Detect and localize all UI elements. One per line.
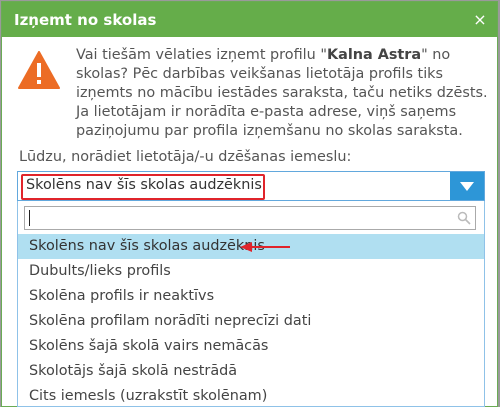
- option-item[interactable]: Cits iemesls (uzrakstīt skolēnam): [18, 384, 484, 407]
- select-current-value: Skolēns nav šīs skolas audzēknis: [26, 177, 262, 193]
- option-item[interactable]: Skolēna profils ir neaktīvs: [18, 284, 484, 309]
- option-item[interactable]: Skolotājs šajā skolā nestrādā: [18, 359, 484, 384]
- options-list: Skolēns nav šīs skolas audzēknis Dubults…: [18, 234, 484, 407]
- warning-triangle-icon: [18, 51, 60, 89]
- option-item[interactable]: Skolēns nav šīs skolas audzēknis: [18, 234, 484, 259]
- text-caret: [29, 210, 30, 226]
- message-text: Vai tiešām vēlaties izņemt profilu "Kaln…: [76, 47, 488, 139]
- dropdown-toggle[interactable]: [450, 172, 484, 200]
- annotation-arrow-icon: [240, 242, 290, 252]
- confirmation-message: Vai tiešām vēlaties izņemt profilu "Kaln…: [14, 46, 488, 139]
- option-item[interactable]: Skolēns šajā skolā vairs nemācās: [18, 334, 484, 359]
- chevron-down-icon: [460, 181, 474, 191]
- dialog-titlebar: Izņemt no skolas ×: [2, 2, 497, 37]
- reason-label: Lūdzu, norādiet lietotāja/-u dzēšanas ie…: [19, 149, 352, 165]
- option-item[interactable]: Skolēna profilam norādīti neprecīzi dati: [18, 309, 484, 334]
- dialog-title: Izņemt no skolas: [14, 10, 157, 29]
- dropdown-search[interactable]: [24, 206, 476, 230]
- close-button[interactable]: ×: [471, 10, 489, 29]
- option-item[interactable]: Dubults/lieks profils: [18, 259, 484, 284]
- profile-name: Kalna Astra: [326, 47, 422, 63]
- search-input[interactable]: [27, 208, 447, 228]
- reason-dropdown: Skolēns nav šīs skolas audzēknis Dubults…: [17, 201, 485, 407]
- search-icon: [457, 211, 471, 225]
- reason-select[interactable]: Skolēns nav šīs skolas audzēknis: [17, 171, 485, 201]
